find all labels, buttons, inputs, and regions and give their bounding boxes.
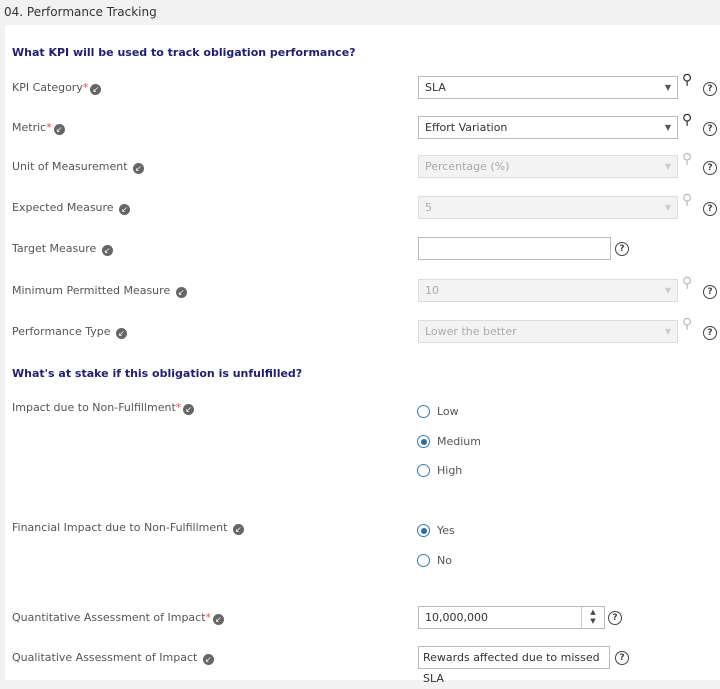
impact-medium-label: Medium: [437, 435, 481, 448]
impact-medium-radio[interactable]: [417, 435, 430, 448]
help-icon[interactable]: ?: [703, 82, 717, 96]
info-icon: ↙: [90, 84, 102, 95]
quantitative-input[interactable]: 10,000,000 ▲ ▼: [418, 606, 605, 629]
chevron-down-icon: ▼: [664, 162, 671, 171]
impact-low-radio[interactable]: [417, 405, 430, 418]
section-header[interactable]: 04. Performance Tracking: [0, 0, 720, 25]
help-icon[interactable]: ?: [608, 611, 622, 625]
kpi-heading: What KPI will be used to track obligatio…: [12, 46, 356, 59]
info-icon: ↙: [133, 163, 145, 174]
financial-no-label: No: [437, 554, 452, 567]
quantitative-label: Quantitative Assessment of Impact* ↙: [12, 611, 225, 625]
qualitative-label: Qualitative Assessment of Impact ↙: [12, 651, 214, 665]
lookup-add-icon[interactable]: ⚲: [682, 112, 692, 128]
chevron-down-icon: ▼: [664, 327, 671, 336]
help-icon[interactable]: ?: [703, 122, 717, 136]
field-label: Unit of Measurement ↙: [12, 160, 145, 174]
section-title: 04. Performance Tracking: [4, 5, 157, 19]
info-icon: ↙: [213, 614, 225, 625]
info-icon: ↙: [175, 287, 187, 298]
info-icon: ↙: [101, 245, 113, 256]
stake-heading: What's at stake if this obligation is un…: [12, 367, 303, 380]
number-spinner[interactable]: ▲ ▼: [581, 607, 604, 629]
chevron-down-icon: ▼: [664, 83, 671, 92]
spin-down-icon[interactable]: ▼: [582, 617, 604, 626]
financial-yes-label: Yes: [437, 524, 455, 537]
info-icon: ↙: [53, 124, 65, 135]
field-select: 10 ▼: [418, 279, 678, 302]
help-icon[interactable]: ?: [615, 651, 629, 665]
chevron-down-icon: ▼: [664, 203, 671, 212]
info-icon: ↙: [232, 524, 244, 535]
info-icon: ↙: [119, 204, 131, 215]
field-select: Percentage (%) ▼: [418, 155, 678, 178]
lookup-add-icon[interactable]: ⚲: [682, 151, 692, 167]
field-label: KPI Category* ↙: [12, 81, 102, 95]
lookup-add-icon[interactable]: ⚲: [682, 275, 692, 291]
field-label: Minimum Permitted Measure ↙: [12, 284, 187, 298]
financial-no-radio[interactable]: [417, 554, 430, 567]
help-icon[interactable]: ?: [703, 326, 717, 340]
field-label: Expected Measure ↙: [12, 201, 131, 215]
info-icon: ↙: [183, 404, 195, 415]
financial-yes-radio[interactable]: [417, 524, 430, 537]
qualitative-input[interactable]: Rewards affected due to missed SLA: [418, 646, 610, 685]
impact-label: Impact due to Non-Fulfillment* ↙: [12, 401, 195, 415]
chevron-down-icon: ▼: [664, 286, 671, 295]
info-icon: ↙: [115, 328, 127, 339]
help-icon[interactable]: ?: [703, 161, 717, 175]
field-label: Target Measure ↙: [12, 242, 113, 256]
target-measure-input[interactable]: [418, 237, 611, 260]
spin-up-icon[interactable]: ▲: [582, 608, 604, 617]
chevron-down-icon: ▼: [664, 123, 671, 132]
impact-high-label: High: [437, 464, 463, 477]
field-select: 5 ▼: [418, 196, 678, 219]
lookup-add-icon[interactable]: ⚲: [682, 316, 692, 332]
lookup-add-icon[interactable]: ⚲: [682, 72, 692, 88]
field-select[interactable]: SLA ▼: [418, 76, 678, 99]
field-label: Metric* ↙: [12, 121, 65, 135]
impact-high-radio[interactable]: [417, 464, 430, 477]
field-select[interactable]: Effort Variation ▼: [418, 116, 678, 139]
help-icon[interactable]: ?: [703, 285, 717, 299]
info-icon: ↙: [202, 654, 214, 665]
financial-label: Financial Impact due to Non-Fulfillment …: [12, 521, 244, 535]
help-icon[interactable]: ?: [615, 242, 629, 256]
lookup-add-icon[interactable]: ⚲: [682, 192, 692, 208]
impact-low-label: Low: [437, 405, 459, 418]
field-label: Performance Type ↙: [12, 325, 127, 339]
help-icon[interactable]: ?: [703, 202, 717, 216]
field-select: Lower the better ▼: [418, 320, 678, 343]
